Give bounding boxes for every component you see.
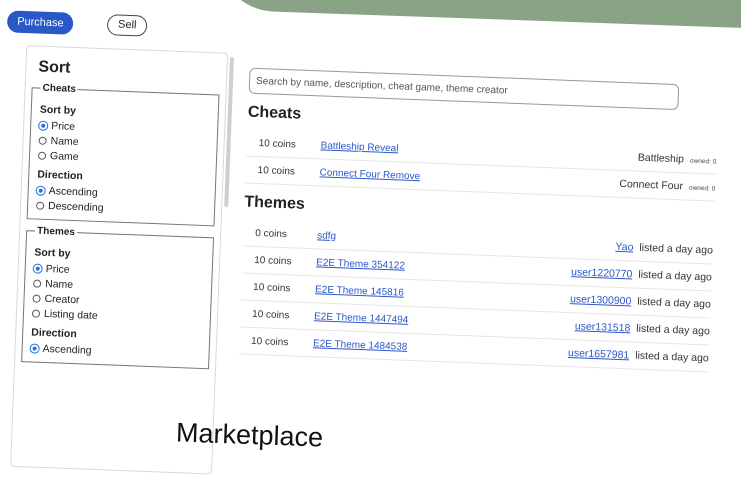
marketplace-page: Purchase Sell Sort Cheats Sort by Price … xyxy=(0,0,740,485)
item-price: 10 coins xyxy=(253,254,292,267)
sort-title: Sort xyxy=(38,58,71,77)
tab-purchase[interactable]: Purchase xyxy=(6,10,75,35)
item-link[interactable]: E2E Theme 1484538 xyxy=(313,338,408,353)
radio-icon[interactable] xyxy=(36,201,45,210)
item-listed: listed a day ago xyxy=(636,322,711,338)
item-link[interactable]: sdfg xyxy=(317,230,336,242)
option-label: Ascending xyxy=(42,342,92,357)
radio-icon[interactable] xyxy=(32,293,41,303)
item-price: 10 coins xyxy=(258,137,297,150)
item-listed: listed a day ago xyxy=(639,241,714,257)
creator-link[interactable]: user1220770 xyxy=(571,266,633,280)
radio-icon[interactable] xyxy=(31,308,41,318)
item-link[interactable]: Battleship Reveal xyxy=(320,140,398,154)
option-label: Name xyxy=(50,134,79,148)
item-price: 10 coins xyxy=(250,335,289,348)
creator-link[interactable]: user1657981 xyxy=(568,347,630,361)
themes-sort-legend: Themes xyxy=(36,225,76,239)
themes-sort-group: Themes Sort by Price Name Creator Listin… xyxy=(21,225,215,370)
option-label: Price xyxy=(45,262,70,276)
option-label: Listing date xyxy=(43,307,98,322)
radio-icon[interactable] xyxy=(33,278,42,288)
cheats-list: 10 coins Battleship Reveal Battleship own… xyxy=(245,129,717,202)
option-label: Ascending xyxy=(48,184,98,199)
creator-link[interactable]: Yao xyxy=(615,241,633,254)
option-label: Descending xyxy=(47,199,104,214)
page-title: Marketplace xyxy=(175,417,324,453)
listings-panel: Cheats 10 coins Battleship Reveal Battle… xyxy=(238,67,720,373)
item-listed: listed a day ago xyxy=(637,295,712,311)
option-label: Name xyxy=(44,277,74,291)
cheats-sort-legend: Cheats xyxy=(42,82,77,95)
themes-list: 0 coins sdfg Yao listed a day ago 10 coin… xyxy=(238,219,714,373)
item-listed: listed a day ago xyxy=(635,349,709,365)
item-link[interactable]: E2E Theme 354122 xyxy=(316,257,405,271)
item-owned: owned: 0 xyxy=(688,184,716,193)
item-price: 10 coins xyxy=(252,281,291,294)
search-input[interactable] xyxy=(248,67,680,111)
option-label: Creator xyxy=(44,292,80,306)
item-price: 10 coins xyxy=(251,308,290,321)
radio-selected-icon[interactable] xyxy=(30,343,39,353)
item-price: 0 coins xyxy=(255,227,288,240)
creator-link[interactable]: user1300900 xyxy=(570,293,632,307)
radio-selected-icon[interactable] xyxy=(39,121,48,130)
item-link[interactable]: Connect Four Remove xyxy=(319,167,420,182)
radio-selected-icon[interactable] xyxy=(33,263,42,273)
radio-icon[interactable] xyxy=(37,151,47,160)
cheats-sort-group: Cheats Sort by Price Name Game Direction… xyxy=(26,82,220,227)
sort-sidebar: Sort Cheats Sort by Price Name Game Dire… xyxy=(10,45,229,475)
item-game: Battleship xyxy=(637,151,685,166)
tab-sell[interactable]: Sell xyxy=(106,14,148,37)
creator-link[interactable]: user131518 xyxy=(575,320,631,334)
option-label: Game xyxy=(49,149,79,163)
item-game: Connect Four xyxy=(619,177,684,193)
radio-selected-icon[interactable] xyxy=(36,186,45,195)
item-link[interactable]: E2E Theme 1447494 xyxy=(314,311,409,326)
radio-icon[interactable] xyxy=(38,136,47,145)
item-owned: owned: 0 xyxy=(689,157,717,166)
option-label: Price xyxy=(50,119,76,133)
item-link[interactable]: E2E Theme 145816 xyxy=(315,284,404,298)
item-listed: listed a day ago xyxy=(638,268,713,284)
item-price: 10 coins xyxy=(257,164,296,177)
